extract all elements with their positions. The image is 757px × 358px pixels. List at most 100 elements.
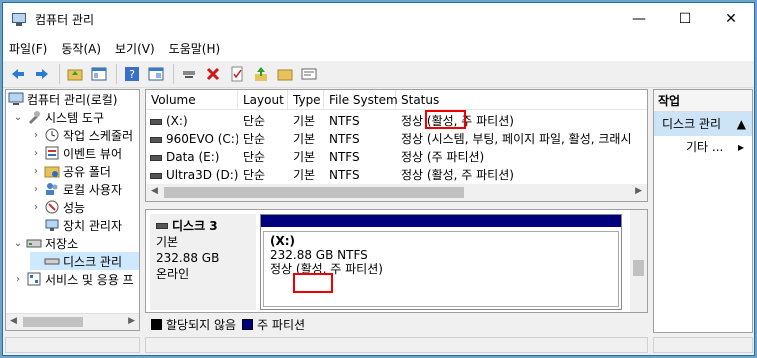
volume-layout: 단순 [243,150,266,164]
disk-size: 232.88 GB [156,251,220,265]
minimize-button[interactable]: — [616,3,662,35]
volume-icon [150,172,162,179]
chevron-right-icon[interactable]: › [12,274,24,285]
menu-file[interactable]: 파일(F) [3,40,53,57]
tree-item-shared-folders[interactable]: › 공유 폴더 [30,162,111,180]
table-header: Volume Layout Type File System Status [146,90,647,110]
column-header-type[interactable]: Type [288,90,324,110]
tree-item-local-users[interactable]: › 로컬 사용자 [30,180,122,198]
storage-icon [26,235,42,251]
tree-item-task-scheduler[interactable]: › 작업 스케줄러 [30,126,133,144]
column-header-file-system[interactable]: File System [324,90,398,110]
table-row[interactable]: Data (E:) 단순 기본 NTFS 정상 (주 파티션) [146,148,647,166]
tree-item-storage[interactable]: ⌄ 저장소 [12,234,78,252]
tree-item-label: 로컬 사용자 [63,182,123,197]
tree-item-computer-management[interactable]: 컴퓨터 관리(로컬) [6,90,117,108]
partition-label: (X:) [270,234,296,248]
tree-horizontal-scrollbar[interactable]: ◀ ▶ [6,313,139,330]
tree-item-performance[interactable]: › 성능 [30,198,85,216]
performance-icon [44,199,60,215]
chevron-right-icon[interactable]: › [30,148,42,159]
show-hide-tree-button[interactable] [88,63,110,85]
back-button[interactable] [7,63,29,85]
folder-up-icon [67,69,83,81]
checklist-button[interactable] [226,63,248,85]
settings-button[interactable] [298,63,320,85]
column-header-layout[interactable]: Layout [238,90,288,110]
chevron-right-icon[interactable]: › [30,166,42,177]
scroll-left-icon[interactable]: ◀ [10,316,17,326]
close-button[interactable]: ✕ [708,3,754,35]
title-bar: 컴퓨터 관리 — ☐ ✕ [3,3,754,35]
maximize-button[interactable]: ☐ [662,3,708,35]
volume-icon [150,154,162,161]
table-row[interactable]: 960EVO (C:) 단순 기본 NTFS 정상 (시스템, 부팅, 페이지 … [146,130,647,148]
volume-name: Ultra3D (D:) [166,168,238,182]
chevron-right-icon[interactable]: › [30,130,42,141]
column-header-volume[interactable]: Volume [146,90,238,110]
chevron-down-icon[interactable]: ⌄ [12,238,24,249]
chevron-down-icon[interactable]: ⌄ [12,112,24,123]
shared-folder-icon [44,163,60,179]
legend-swatch-primary [242,318,254,330]
scroll-right-icon[interactable]: ▶ [128,316,135,326]
volume-type: 기본 [293,132,316,146]
connect-button[interactable] [178,63,200,85]
volume-type: 기본 [293,150,316,164]
chevron-right-icon[interactable]: › [30,202,42,213]
scroll-thumb[interactable] [164,187,464,198]
menu-help[interactable]: 도움말(H) [163,40,227,57]
console-tree: 컴퓨터 관리(로컬) ⌄ 시스템 도구 › 작업 스케줄러 › 이벤트 뷰어 ›… [5,89,140,331]
highlight-box [293,273,333,293]
tree-item-services-apps[interactable]: › 서비스 및 응용 프 [12,270,134,288]
actions-more-label: 기타 ... [686,140,724,154]
volume-fs: NTFS [329,132,360,146]
table-horizontal-scrollbar[interactable]: ◀ ▶ [146,184,647,201]
volume-status: 정상 (활성, 주 파티션) [401,168,514,182]
menu-action[interactable]: 동작(A) [55,40,107,57]
tree-item-disk-management[interactable]: 디스크 관리 [30,252,139,270]
collapse-icon[interactable]: ▲ [737,112,746,136]
connect-icon [183,71,195,78]
chevron-right-icon[interactable]: › [30,184,42,195]
tree-item-label: 디스크 관리 [63,254,123,269]
volume-layout: 단순 [243,132,266,146]
actions-more[interactable]: 기타 ... ▸ [654,136,752,158]
legend-swatch-unallocated [151,318,162,330]
scroll-thumb[interactable] [633,260,644,276]
scroll-right-icon[interactable]: ▶ [635,186,642,196]
help-button[interactable]: ? [121,63,143,85]
folder-button[interactable] [274,63,296,85]
scroll-left-icon[interactable]: ◀ [151,186,158,196]
primary-partition-bar [261,215,621,227]
partition-block[interactable]: (X:) 232.88 GB NTFS 정상 (활성, 주 파티션) [260,214,622,310]
computer-icon [8,91,24,107]
tree-item-label: 장치 관리자 [63,218,123,233]
volume-fs: NTFS [329,168,360,182]
computer-management-icon [11,11,27,27]
console-button[interactable] [145,63,167,85]
disk-icon [156,223,168,229]
tree-item-device-manager[interactable]: 장치 관리자 [42,216,122,234]
disk-kind: 기본 [156,235,179,249]
toolbar: ? [3,61,754,88]
upload-button[interactable] [250,63,272,85]
delete-button[interactable] [202,63,224,85]
volume-list: Volume Layout Type File System Status (X… [145,89,648,202]
forward-button[interactable] [31,63,53,85]
tree-item-event-viewer[interactable]: › 이벤트 뷰어 [30,144,122,162]
tree-item-label: 공유 폴더 [63,164,111,179]
table-row[interactable]: (X:) 단순 기본 NTFS 정상 (활성, 주 파티션) [146,112,647,130]
volume-layout: 단순 [243,114,266,128]
folder-up-button[interactable] [64,63,86,85]
column-header-status[interactable]: Status [396,90,647,110]
menu-view[interactable]: 보기(V) [109,40,161,57]
scroll-thumb[interactable] [23,317,83,327]
volume-fs: NTFS [329,114,360,128]
disk-info[interactable]: 디스크 3 기본 232.88 GB 온라인 [150,214,256,310]
table-row[interactable]: Ultra3D (D:) 단순 기본 NTFS 정상 (활성, 주 파티션) [146,166,647,184]
tree-item-system-tools[interactable]: ⌄ 시스템 도구 [12,108,104,126]
disk-vertical-scrollbar[interactable] [630,210,647,312]
tree-item-label: 작업 스케줄러 [63,128,134,143]
actions-section-disk-management[interactable]: 디스크 관리 ▲ [654,112,752,136]
